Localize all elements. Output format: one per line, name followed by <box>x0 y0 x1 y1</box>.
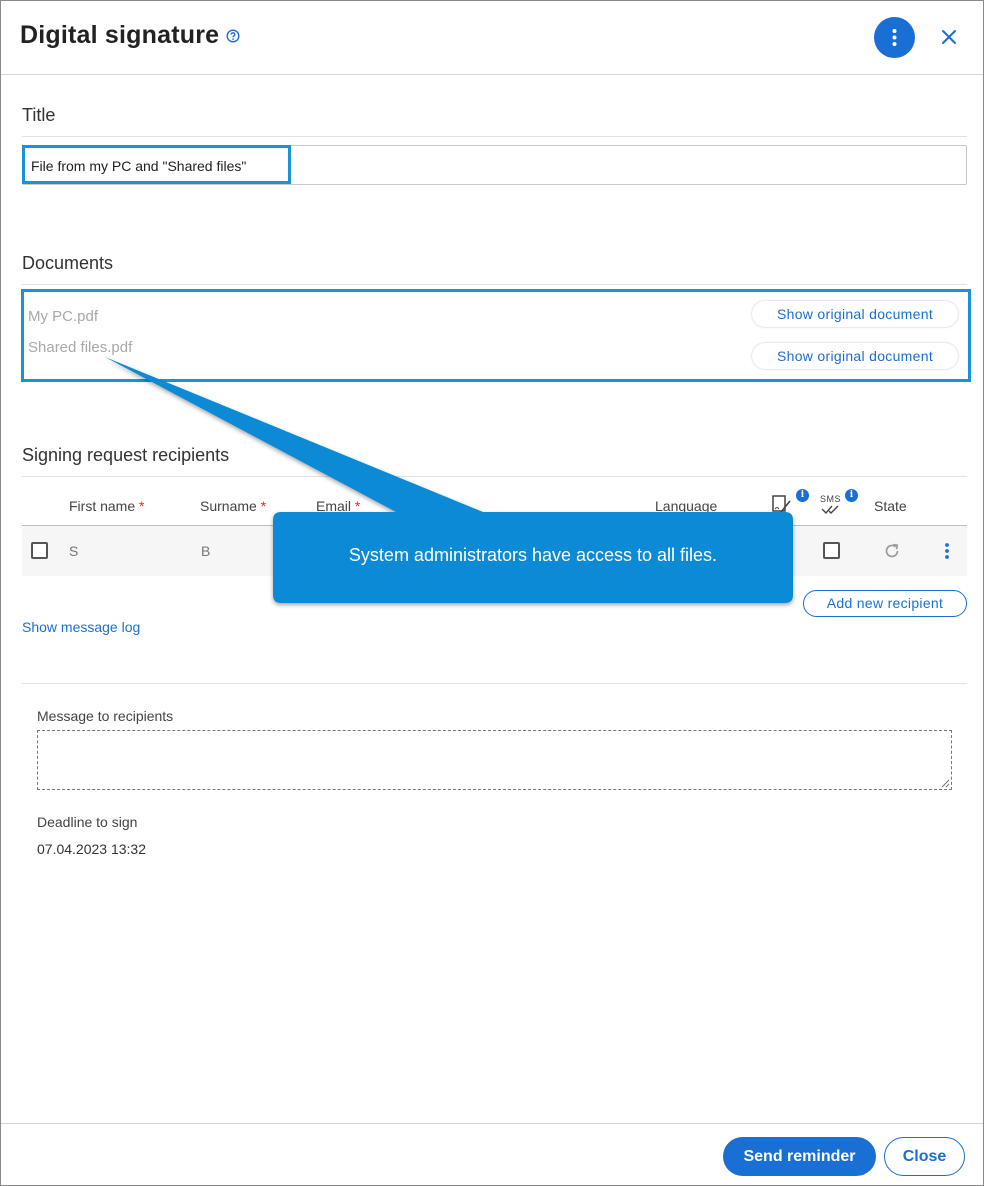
documents-section-label: Documents <box>22 253 114 273</box>
info-icon[interactable]: i <box>845 489 858 502</box>
title-section-label: Title <box>22 105 56 125</box>
deadline-label: Deadline to sign <box>37 814 138 830</box>
sign-pen-icon <box>772 495 791 513</box>
more-options-button[interactable] <box>874 17 915 58</box>
message-divider <box>22 683 967 684</box>
column-first-name[interactable]: First name * <box>69 498 144 514</box>
help-circle-icon[interactable] <box>226 29 240 43</box>
title-divider <box>22 136 967 137</box>
column-state: State <box>874 498 907 514</box>
footer-divider <box>1 1123 983 1124</box>
message-textarea[interactable] <box>37 730 952 790</box>
more-vertical-icon <box>892 29 897 46</box>
callout-text: System administrators have access to all… <box>348 545 718 565</box>
cell-surname[interactable]: B <box>201 543 210 559</box>
title-highlight-box <box>22 145 291 184</box>
row-select-checkbox[interactable] <box>31 542 48 559</box>
deadline-value: 07.04.2023 13:32 <box>37 841 146 857</box>
recipients-section-label: Signing request recipients <box>22 445 230 465</box>
cell-first-name[interactable]: S <box>69 543 78 559</box>
close-button[interactable]: Close <box>884 1137 965 1176</box>
refresh-icon[interactable] <box>882 541 902 561</box>
column-surname[interactable]: Surname * <box>200 498 266 514</box>
more-vertical-icon[interactable] <box>937 540 957 562</box>
message-label: Message to recipients <box>37 708 174 724</box>
column-email[interactable]: Email * <box>316 498 360 514</box>
show-message-log-link[interactable]: Show message log <box>22 619 140 635</box>
dialog-header: Digital signature <box>1 1 983 75</box>
sms-label: SMS <box>820 494 842 504</box>
dialog-title: Digital signature <box>20 21 220 49</box>
documents-divider <box>22 284 967 285</box>
recipients-divider <box>22 476 967 477</box>
digital-signature-dialog: Digital signature Title File from my PC … <box>0 0 984 1186</box>
add-new-recipient-button[interactable]: Add new recipient <box>803 590 967 617</box>
send-reminder-button[interactable]: Send reminder <box>723 1137 876 1176</box>
resize-grip-icon[interactable] <box>940 778 950 788</box>
documents-highlight-box <box>21 289 971 382</box>
close-icon[interactable] <box>939 27 959 47</box>
sms-checkbox[interactable] <box>823 542 840 559</box>
column-language[interactable]: Language <box>655 498 717 514</box>
info-icon[interactable]: i <box>796 489 809 502</box>
sms-check-icon <box>821 505 839 515</box>
